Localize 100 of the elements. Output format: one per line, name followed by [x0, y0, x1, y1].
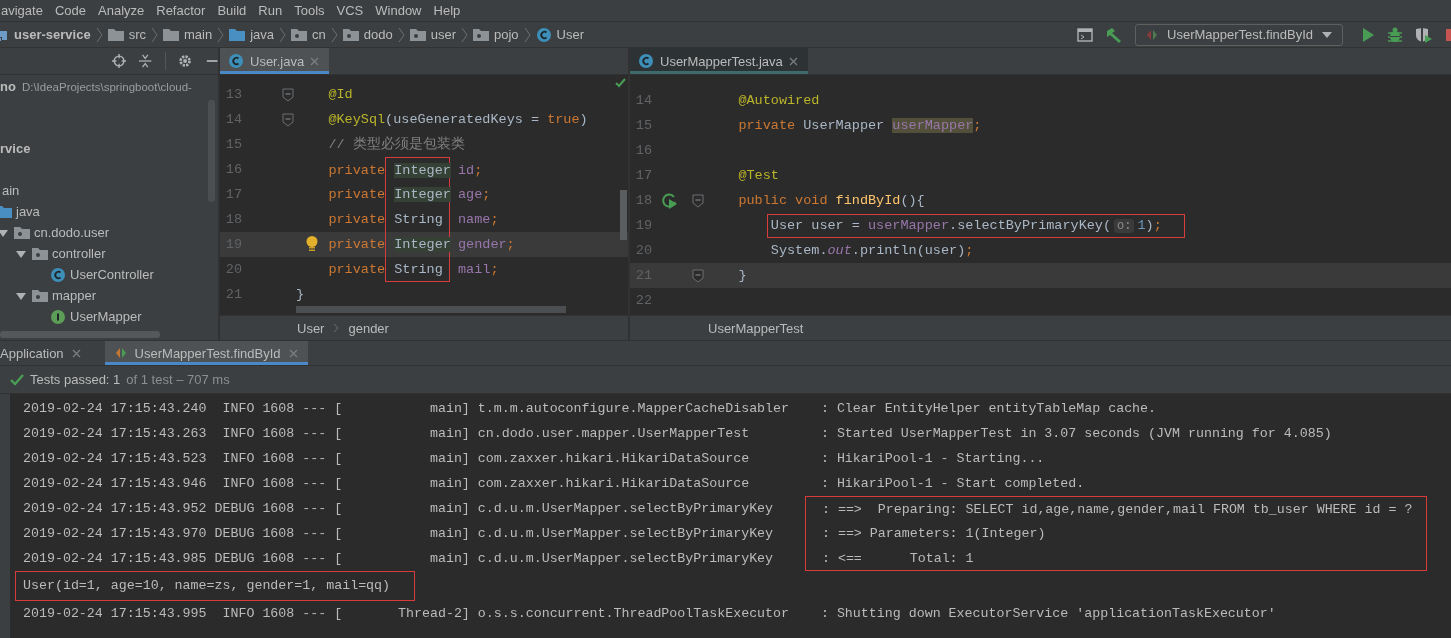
tree-item[interactable]: mapper: [0, 285, 218, 306]
class-icon: [228, 53, 244, 69]
breadcrumb-item[interactable]: cn: [291, 27, 326, 42]
breadcrumb-item[interactable]: User: [535, 26, 584, 43]
fold-icon[interactable]: [282, 87, 294, 102]
line-number: 16: [224, 161, 242, 179]
run-icon[interactable]: [660, 191, 678, 210]
run-config-dropdown[interactable]: UserMapperTest.findById: [1135, 23, 1343, 46]
line-number: 14: [634, 92, 652, 110]
class-icon: [638, 53, 654, 69]
fold-icon[interactable]: [692, 193, 704, 208]
menu-item[interactable]: Tools: [294, 3, 325, 18]
breadcrumb-item[interactable]: dodo: [342, 27, 393, 42]
code-line: private Integer id;: [296, 157, 483, 182]
close-icon[interactable]: [71, 348, 81, 358]
chevron-icon: [95, 26, 103, 43]
console-line: 2019-02-24 17:15:43.952 DEBUG 1608 --- [ main] c.d.u.m.UserMapper.selectByPrimaryKey : ==> Preparing: SELECT id,age,name,gender,mail FROM tb_user WHERE id = ?: [23, 496, 1451, 521]
breadcrumb-item[interactable]: main: [162, 27, 213, 42]
test-summary: of 1 test – 707 ms: [126, 372, 230, 387]
close-icon[interactable]: [310, 56, 320, 66]
caret-icon: [1322, 31, 1332, 38]
tree-item[interactable]: cn.dodo.user: [0, 222, 218, 243]
line-number: 16: [634, 142, 652, 160]
menu-item[interactable]: Run: [258, 3, 283, 18]
line-number: 19: [634, 217, 652, 235]
editor-tab[interactable]: UserMapperTest.java: [630, 48, 808, 74]
line-number: 21: [224, 286, 242, 304]
window-icon[interactable]: [1077, 27, 1094, 42]
collapse-icon[interactable]: [139, 53, 152, 69]
code-line: private Integer age;: [296, 182, 491, 207]
expanded-arrow-icon[interactable]: [16, 290, 26, 301]
lightbulb-icon[interactable]: [305, 235, 319, 253]
close-icon[interactable]: [288, 348, 298, 358]
run-icon[interactable]: [1361, 26, 1375, 43]
menu-item[interactable]: Code: [54, 3, 86, 18]
line-number: 18: [634, 192, 652, 210]
menu-item[interactable]: Help: [433, 3, 461, 18]
close-icon[interactable]: [788, 56, 798, 66]
code-line: }: [737, 267, 747, 285]
line-number: 17: [634, 167, 652, 185]
editor-tab[interactable]: User.java: [220, 48, 330, 74]
tree-item[interactable]: no D:\IdeaProjects\springboot\cloud-: [0, 76, 218, 97]
menu-item[interactable]: Analyze: [98, 3, 145, 18]
package-icon: [342, 28, 359, 41]
fold-icon[interactable]: [282, 112, 294, 127]
menu-item[interactable]: VCS: [336, 3, 364, 18]
folder-icon: [162, 28, 179, 41]
menu-item[interactable]: avigate: [1, 3, 43, 18]
scrollbar-thumb[interactable]: [0, 331, 160, 338]
run-tab[interactable]: UserMapperTest.findById: [104, 341, 308, 365]
package-icon: [32, 247, 48, 260]
breadcrumb-item[interactable]: java: [229, 27, 274, 42]
tree-item[interactable]: ain: [0, 180, 218, 201]
chevron-icon: [460, 26, 468, 43]
package-icon: [32, 289, 48, 302]
menu-item[interactable]: Refactor: [156, 3, 206, 18]
chevron-icon: [330, 26, 338, 43]
expanded-arrow-icon[interactable]: [16, 248, 26, 259]
line-number: 18: [224, 211, 242, 229]
bug-icon[interactable]: [1387, 26, 1403, 43]
chevron-icon: [150, 26, 158, 43]
shield-run-icon[interactable]: [1415, 26, 1433, 43]
breadcrumb-item[interactable]: user-service: [0, 27, 91, 42]
tree-item[interactable]: UserController: [0, 264, 218, 285]
tree-item[interactable]: controller: [0, 243, 218, 264]
class-icon: [50, 266, 66, 283]
menu-item[interactable]: Window: [375, 3, 422, 18]
console-line: 2019-02-24 17:15:43.946 INFO 1608 --- [ main] com.zaxxer.hikari.HikariDataSource : HikariPool-1 - Start completed.: [23, 475, 1086, 493]
console-line: 2019-02-24 17:15:43.240 INFO 1608 --- [ main] t.m.m.autoconfigure.MapperCacheDisabler : Clear EntityHelper entityTableMap cache.: [23, 400, 1158, 418]
folder-icon: [0, 205, 12, 218]
target-icon[interactable]: [112, 53, 127, 69]
code-line: @Test: [737, 167, 779, 185]
folder-icon: [107, 28, 124, 41]
scrollbar-thumb[interactable]: [296, 306, 566, 313]
console-line: User(id=1, age=10, name=zs, gender=1, mail=qq): [15, 571, 1451, 601]
settings-icon[interactable]: [178, 53, 193, 69]
code-line: @KeySql(useGeneratedKeys = true): [327, 111, 588, 129]
code-line: }: [296, 286, 305, 304]
menu-item[interactable]: Build: [217, 3, 247, 18]
fold-icon[interactable]: [692, 268, 704, 283]
breadcrumb-item[interactable]: user: [409, 27, 456, 42]
breadcrumb-item[interactable]: pojo: [472, 27, 519, 42]
code-line: private UserMapper userMapper;: [737, 117, 982, 135]
breadcrumb-item[interactable]: UserMapperTest: [708, 320, 804, 336]
code-line: System.out.println(user);: [769, 242, 974, 260]
run-tab[interactable]: Application: [0, 341, 91, 365]
breadcrumb-item[interactable]: User: [297, 320, 325, 336]
expanded-arrow-icon[interactable]: [0, 227, 8, 238]
breadcrumb-item[interactable]: gender: [348, 320, 389, 336]
check-icon: [10, 373, 24, 386]
scrollbar-thumb[interactable]: [620, 190, 627, 240]
line-number: 14: [224, 111, 242, 129]
code-line: @Autowired: [737, 92, 820, 110]
tree-item[interactable]: rvice: [0, 138, 218, 159]
tree-item[interactable]: UserMapper: [0, 306, 218, 327]
line-number: 15: [634, 117, 652, 135]
test-status: Tests passed: 1: [30, 372, 121, 387]
tree-item[interactable]: java: [0, 201, 218, 222]
breadcrumb-item[interactable]: src: [107, 27, 146, 42]
hammer-icon[interactable]: [1105, 26, 1124, 43]
